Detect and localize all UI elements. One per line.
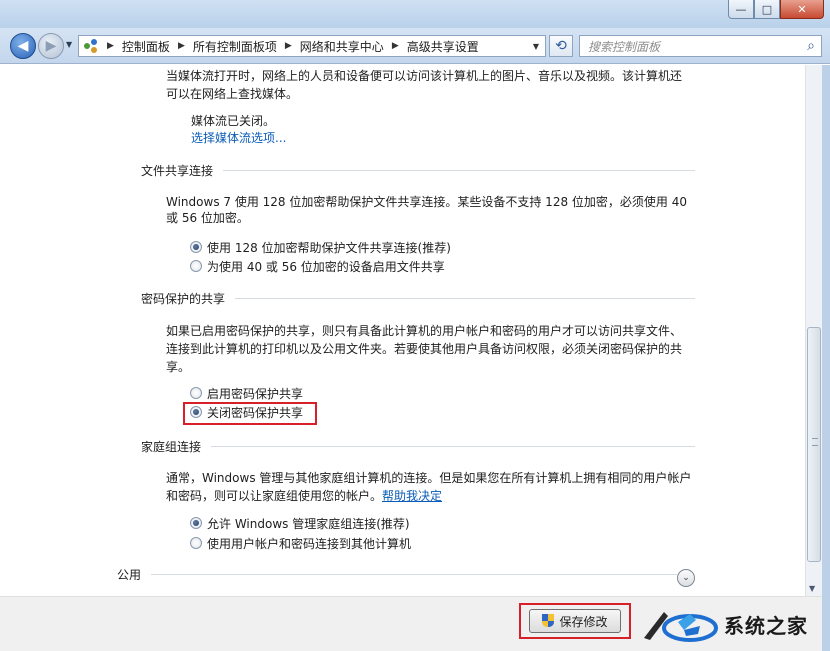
breadcrumb-control-panel[interactable]: 控制面板 (122, 38, 170, 55)
radio-button-icon[interactable] (190, 241, 202, 253)
file-sharing-description-line2: 或 56 位加密。 (166, 211, 249, 225)
breadcrumb-advanced-sharing[interactable]: 高级共享设置 (407, 38, 479, 55)
password-description-line1: 如果已启用密码保护的共享，则只有具备此计算机的用户帐户和密码的用户才可以访问共享… (166, 324, 683, 338)
breadcrumb-separator-icon[interactable]: ▶ (107, 41, 114, 51)
file-sharing-title: 文件共享连接 (141, 164, 214, 178)
window-frame-border (822, 65, 830, 651)
homegroup-description-line2: 和密码，则可以让家庭组使用您的帐户。帮助我决定 (166, 486, 442, 506)
homegroup-description-text: 和密码，则可以让家庭组使用您的帐户。 (166, 489, 383, 503)
radio-button-icon[interactable] (190, 260, 202, 272)
watermark-logo: 系统之家 (640, 600, 830, 648)
divider (151, 574, 677, 575)
refresh-icon: ⟲ (555, 38, 567, 54)
divider (211, 446, 695, 447)
help-me-decide-link[interactable]: 帮助我决定 (382, 489, 442, 503)
password-description-line3: 享。 (166, 360, 191, 374)
password-description-line2: 连接到此计算机的打印机以及公用文件夹。若要使其他用户具备访问权限，必须关闭密码保… (166, 342, 683, 356)
address-dropdown-icon[interactable]: ▼ (527, 36, 545, 56)
back-arrow-icon: ◀ (17, 38, 29, 54)
settings-content: 当媒体流打开时，网络上的人员和设备便可以访问该计算机上的图片、音乐以及视频。该计… (0, 65, 805, 596)
radio-user-accounts[interactable]: 使用用户帐户和密码连接到其他计算机 (190, 533, 411, 553)
forward-button[interactable]: ▶ (38, 33, 64, 59)
media-description-line1: 当媒体流打开时，网络上的人员和设备便可以访问该计算机上的图片、音乐以及视频。该计… (166, 69, 683, 83)
radio-windows-manage[interactable]: 允许 Windows 管理家庭组连接(推荐) (190, 513, 410, 533)
homegroup-header: 家庭组连接 (141, 438, 695, 455)
scrollbar-thumb[interactable] (807, 327, 821, 562)
navigation-bar: ◀ ▶ ▼ ▶ 控制面板 ▶ 所有控制面板项 ▶ 网络和共享中心 ▶ 高级共享设… (0, 28, 830, 64)
highlight-annotation (183, 402, 317, 425)
watermark-text: 系统之家 (724, 613, 808, 638)
breadcrumb-all-items[interactable]: 所有控制面板项 (193, 38, 277, 55)
radio-enable-password-label[interactable]: 启用密码保护共享 (207, 385, 303, 402)
maximize-button[interactable]: □ (754, 0, 780, 19)
search-icon[interactable]: ⌕ (807, 38, 815, 54)
divider (235, 298, 695, 299)
breadcrumb-network-center[interactable]: 网络和共享中心 (300, 38, 384, 55)
radio-40-56bit-label[interactable]: 为使用 40 或 56 位加密的设备启用文件共享 (207, 258, 445, 275)
radio-40-56bit[interactable]: 为使用 40 或 56 位加密的设备启用文件共享 (190, 256, 445, 276)
network-icon (83, 38, 101, 54)
refresh-button[interactable]: ⟲ (549, 35, 573, 57)
breadcrumb-separator-icon[interactable]: ▶ (178, 41, 185, 51)
password-sharing-title: 密码保护的共享 (141, 292, 226, 306)
expand-chevron-icon[interactable]: ⌄ (677, 569, 695, 587)
watermark-logo-icon (644, 612, 718, 642)
radio-enable-password[interactable]: 启用密码保护共享 (190, 383, 303, 403)
radio-windows-manage-label[interactable]: 允许 Windows 管理家庭组连接(推荐) (207, 515, 410, 532)
media-description-line2: 可以在网络上查找媒体。 (166, 87, 299, 101)
vertical-scrollbar[interactable]: ▼ (805, 65, 822, 596)
radio-128bit-label[interactable]: 使用 128 位加密帮助保护文件共享连接(推荐) (207, 239, 451, 256)
title-bar: — □ ✕ (0, 0, 830, 28)
highlight-annotation (519, 603, 631, 639)
grip-icon (812, 438, 818, 446)
media-options-link[interactable]: 选择媒体流选项... (191, 128, 286, 148)
scroll-down-arrow-icon[interactable]: ▼ (809, 584, 815, 593)
radio-button-icon[interactable] (190, 537, 202, 549)
homegroup-title: 家庭组连接 (141, 440, 202, 454)
forward-arrow-icon: ▶ (45, 38, 57, 54)
file-sharing-header: 文件共享连接 (141, 162, 695, 179)
radio-button-icon[interactable] (190, 387, 202, 399)
recent-pages-dropdown[interactable]: ▼ (66, 40, 72, 49)
close-button[interactable]: ✕ (780, 0, 824, 19)
password-sharing-header: 密码保护的共享 (141, 290, 695, 307)
divider (223, 170, 695, 171)
radio-user-accounts-label[interactable]: 使用用户帐户和密码连接到其他计算机 (207, 535, 411, 552)
breadcrumb-separator-icon[interactable]: ▶ (285, 41, 292, 51)
search-placeholder: 搜索控制面板 (588, 39, 661, 54)
public-profile-header[interactable]: 公用 (117, 566, 677, 583)
public-profile-title[interactable]: 公用 (117, 566, 141, 583)
homegroup-description-line1: 通常，Windows 管理与其他家庭组计算机的连接。但是如果您在所有计算机上拥有… (166, 471, 692, 485)
caption-buttons: — □ ✕ (728, 0, 824, 19)
address-bar[interactable]: ▶ 控制面板 ▶ 所有控制面板项 ▶ 网络和共享中心 ▶ 高级共享设置 ▼ (78, 35, 546, 57)
back-button[interactable]: ◀ (10, 33, 36, 59)
search-input[interactable]: 搜索控制面板 ⌕ (579, 35, 822, 57)
radio-128bit[interactable]: 使用 128 位加密帮助保护文件共享连接(推荐) (190, 237, 451, 257)
minimize-button[interactable]: — (728, 0, 754, 19)
radio-button-icon[interactable] (190, 517, 202, 529)
breadcrumb-separator-icon[interactable]: ▶ (392, 41, 399, 51)
